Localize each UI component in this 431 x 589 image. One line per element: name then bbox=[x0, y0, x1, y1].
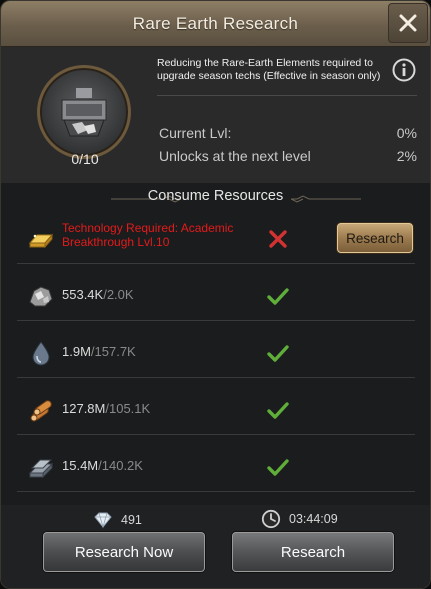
consume-resources-header: Consume Resources bbox=[147, 188, 284, 204]
diamond-icon bbox=[94, 512, 112, 529]
next-level-label: Unlocks at the next level bbox=[159, 148, 311, 164]
tech-description: Reducing the Rare-Earth Elements require… bbox=[157, 57, 381, 82]
requirement-research-button[interactable]: Research bbox=[337, 223, 413, 253]
next-level-row: Unlocks at the next level 2% bbox=[159, 148, 417, 164]
oil-drop-icon bbox=[32, 341, 50, 366]
next-level-value: 2% bbox=[396, 148, 417, 164]
check-icon bbox=[267, 459, 289, 476]
resource-row-wood: 127.8M/105.1K bbox=[17, 385, 415, 435]
resource-need: /157.7K bbox=[90, 344, 136, 359]
info-icon[interactable] bbox=[392, 58, 416, 82]
resource-row-ore: 553.4K/2.0K bbox=[17, 271, 415, 321]
resource-need: /2.0K bbox=[103, 287, 134, 302]
current-level-value: 0% bbox=[396, 125, 417, 141]
gold-bar-icon bbox=[28, 233, 54, 249]
resource-need: /105.1K bbox=[105, 401, 151, 416]
red-x-icon bbox=[269, 230, 287, 248]
tech-progress: 0/10 bbox=[71, 151, 99, 167]
close-button[interactable] bbox=[388, 3, 428, 43]
diamond-amount: 491 bbox=[121, 513, 142, 527]
resource-amount-steel: 15.4M/140.2K bbox=[62, 458, 143, 473]
resource-amount-oil: 1.9M/157.7K bbox=[62, 344, 136, 359]
header-ornament-right bbox=[291, 195, 361, 203]
tech-icon-frame bbox=[37, 65, 131, 159]
close-icon bbox=[399, 14, 417, 32]
resource-row-oil: 1.9M/157.7K bbox=[17, 328, 415, 378]
check-icon bbox=[267, 345, 289, 362]
research-time: 03:44:09 bbox=[261, 509, 338, 529]
current-level-row: Current Lvl: 0% bbox=[159, 125, 417, 141]
steel-ingot-icon bbox=[28, 459, 54, 479]
diamond-cost: 491 bbox=[93, 510, 142, 530]
research-dialog: Rare Earth Research 0/10 Reducing the Ra… bbox=[0, 0, 431, 589]
check-icon bbox=[267, 288, 289, 305]
resource-row-steel: 15.4M/140.2K bbox=[17, 442, 415, 492]
research-now-button[interactable]: Research Now bbox=[43, 532, 205, 572]
research-time-value: 03:44:09 bbox=[289, 512, 338, 526]
current-level-label: Current Lvl: bbox=[159, 125, 232, 141]
tech-info-panel: 0/10 Reducing the Rare-Earth Elements re… bbox=[1, 47, 430, 183]
research-button[interactable]: Research bbox=[232, 532, 394, 572]
rare-earth-machine-icon bbox=[61, 88, 107, 137]
ore-icon bbox=[29, 286, 53, 307]
requirement-text: Technology Required: Academic Breakthrou… bbox=[62, 221, 234, 249]
clock-icon bbox=[261, 509, 281, 529]
resource-amount-wood: 127.8M/105.1K bbox=[62, 401, 150, 416]
title-bar: Rare Earth Research bbox=[1, 1, 430, 47]
dialog-title: Rare Earth Research bbox=[132, 13, 299, 33]
stats-divider bbox=[157, 95, 417, 96]
resource-have: 127.8M bbox=[62, 401, 106, 416]
resource-amount-ore: 553.4K/2.0K bbox=[62, 287, 134, 302]
resource-have: 15.4M bbox=[62, 458, 99, 473]
resource-have: 1.9M bbox=[62, 344, 91, 359]
wood-logs-icon bbox=[30, 400, 52, 422]
resource-need: /140.2K bbox=[98, 458, 143, 473]
check-icon bbox=[267, 402, 289, 419]
resource-have: 553.4K bbox=[62, 287, 104, 302]
requirement-row: Technology Required: Academic Breakthrou… bbox=[17, 214, 415, 264]
